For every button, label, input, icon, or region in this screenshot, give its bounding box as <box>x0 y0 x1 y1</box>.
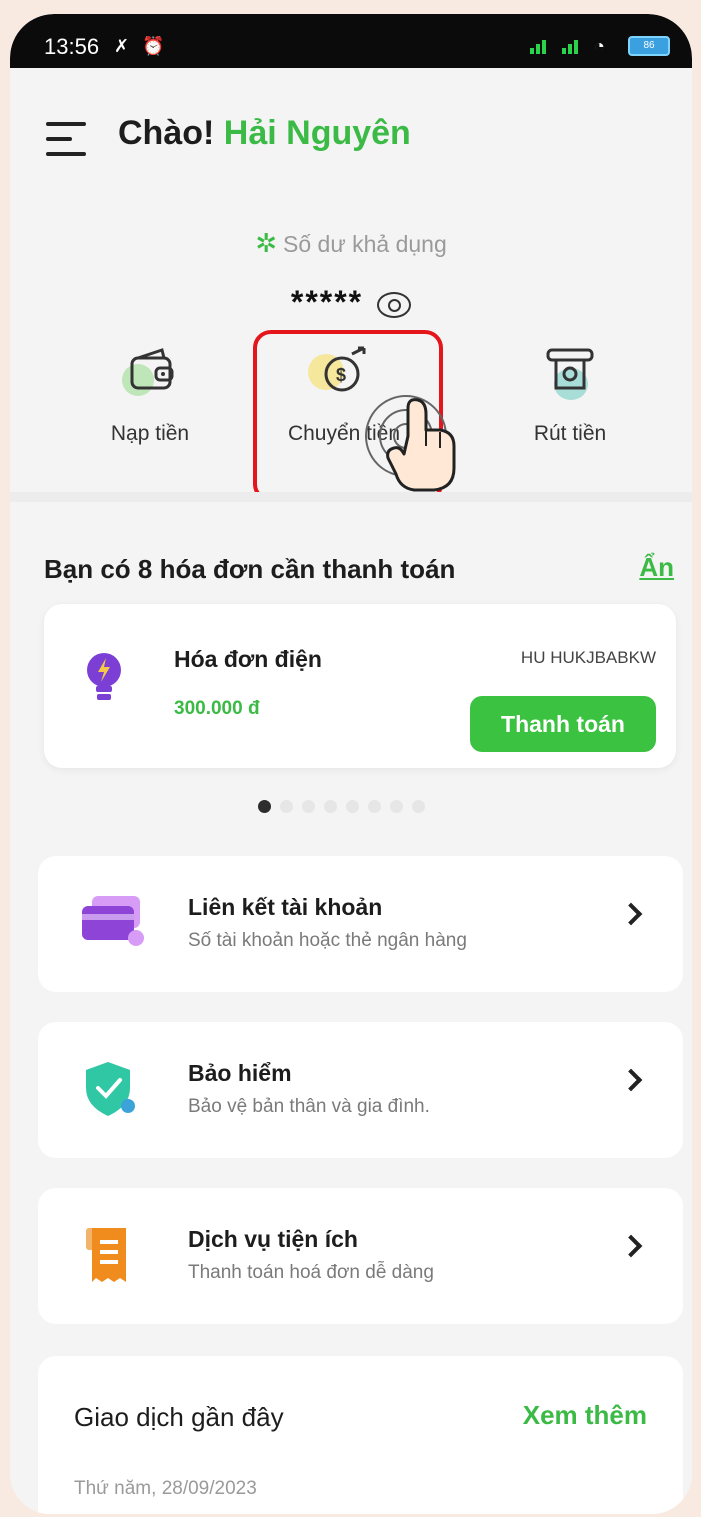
action-deposit-label: Nạp tiền <box>110 422 190 445</box>
shield-check-icon <box>86 1062 135 1116</box>
menu-link-account[interactable]: Liên kết tài khoản Số tài khoản hoặc thẻ… <box>38 856 683 992</box>
pagination-dot[interactable] <box>412 800 425 813</box>
action-withdraw[interactable]: Rút tiền <box>470 344 670 446</box>
pagination-dot[interactable] <box>346 800 359 813</box>
signal-icon <box>530 36 548 54</box>
bill-amount: 300.000 đ <box>174 698 260 719</box>
see-more-link[interactable]: Xem thêm <box>523 1400 647 1431</box>
chevron-right-icon <box>619 1068 643 1092</box>
action-withdraw-label: Rút tiền <box>533 422 607 445</box>
tap-hand-icon <box>365 395 456 492</box>
sparkle-icon: ✲ <box>255 228 278 258</box>
bill-pagination <box>258 800 434 818</box>
lightbulb-icon <box>87 653 121 700</box>
pagination-dot[interactable] <box>368 800 381 813</box>
bill-code: HU HUKJBABKW <box>520 648 656 667</box>
balance-value: ***** <box>10 284 692 321</box>
menu-utilities[interactable]: Dịch vụ tiện ích Thanh toán hoá đơn dễ d… <box>38 1188 683 1324</box>
pagination-dot[interactable] <box>390 800 403 813</box>
menu-link-account-subtitle: Số tài khoản hoặc thẻ ngân hàng <box>188 930 467 951</box>
wifi-icon: ◔ <box>594 36 605 56</box>
pagination-dot[interactable] <box>258 800 271 813</box>
hamburger-menu-icon[interactable] <box>46 122 86 156</box>
menu-insurance[interactable]: Bảo hiểm Bảo vệ bản thân và gia đình. <box>38 1022 683 1158</box>
menu-insurance-subtitle: Bảo vệ bản thân và gia đình. <box>188 1096 430 1117</box>
greeting: Chào! Hải Nguyên <box>118 114 411 153</box>
pagination-dot[interactable] <box>302 800 315 813</box>
eye-icon[interactable] <box>377 291 412 318</box>
card-icon <box>82 896 144 946</box>
action-deposit[interactable]: Nạp tiền <box>50 344 250 446</box>
menu-utilities-title: Dịch vụ tiện ích <box>188 1226 358 1252</box>
menu-link-account-title: Liên kết tài khoản <box>188 894 383 920</box>
pay-button[interactable]: Thanh toán <box>470 696 656 752</box>
user-name: Hải Nguyên <box>223 114 411 152</box>
chevron-right-icon <box>619 902 643 926</box>
chevron-right-icon <box>619 1234 643 1258</box>
greeting-text: Chào! <box>118 114 215 152</box>
status-time: 13:56 <box>44 34 100 59</box>
status-bar: 13:56 ✗ ⏰ ◔ 86 <box>10 14 692 68</box>
pagination-dot[interactable] <box>280 800 293 813</box>
recent-transactions: Giao dịch gần đây Xem thêm Thứ năm, 28/0… <box>38 1356 683 1514</box>
balance-label: ✲ Số dư khả dụng <box>255 228 447 258</box>
bill-name: Hóa đơn điện <box>174 646 322 672</box>
menu-insurance-title: Bảo hiểm <box>188 1060 292 1086</box>
alarm-icon: ⏰ <box>142 36 165 56</box>
battery-icon: 86 <box>628 36 670 56</box>
wallet-icon <box>122 344 178 400</box>
pagination-dot[interactable] <box>324 800 337 813</box>
transaction-date: Thứ năm, 28/09/2023 <box>74 1478 257 1499</box>
phone-screen: 13:56 ✗ ⏰ ◔ 86 Chào! Hải Nguyên ✲ Số dư k… <box>10 14 692 1514</box>
atm-withdraw-icon <box>542 344 598 400</box>
bills-title: Bạn có 8 hóa đơn cần thanh toán <box>44 554 456 584</box>
mute-icon: ✗ <box>114 36 130 56</box>
hide-bills-link[interactable]: Ẩn <box>639 552 674 583</box>
recent-title: Giao dịch gần đây <box>74 1402 284 1432</box>
menu-utilities-subtitle: Thanh toán hoá đơn dễ dàng <box>188 1262 434 1283</box>
signal-icon <box>562 36 580 54</box>
receipt-icon <box>86 1228 126 1282</box>
bill-card[interactable]: Hóa đơn điện 300.000 đ HU HUKJBABKW Than… <box>44 604 676 768</box>
section-divider <box>10 492 692 502</box>
